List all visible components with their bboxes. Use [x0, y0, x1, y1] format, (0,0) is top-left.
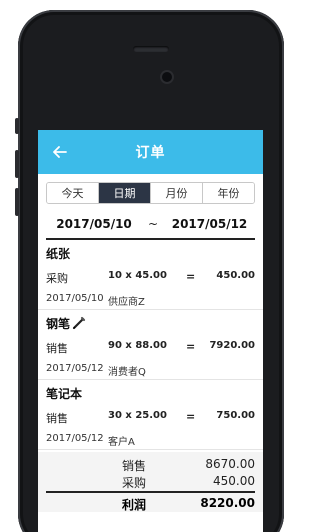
- profit-total-row: 利润 8220.00: [46, 491, 255, 512]
- order-quantity-price: 10 x 45.00: [108, 270, 167, 281]
- order-amount: 450.00: [216, 270, 255, 281]
- order-item[interactable]: 笔记本 销售 30 x 25.00 = 750.00 2017/05/12 客户…: [38, 380, 263, 450]
- earpiece-speaker: [133, 46, 169, 52]
- order-amount: 7920.00: [209, 340, 255, 351]
- period-segmented-control: 今天 日期 月份 年份: [46, 182, 255, 204]
- purchase-label: 采购: [122, 476, 147, 490]
- equals-sign: =: [186, 410, 196, 423]
- app-screen: 订单 今天 日期 月份 年份 2017/05/10 ~ 2017/05/12 纸…: [38, 130, 263, 532]
- order-type: 采购: [46, 272, 68, 285]
- order-line: 销售 90 x 88.00 = 7920.00: [38, 336, 263, 358]
- date-separator: ~: [147, 217, 159, 231]
- order-item[interactable]: 纸张 采购 10 x 45.00 = 450.00 2017/05/10 供应商…: [38, 240, 263, 310]
- order-date: 2017/05/12: [46, 363, 104, 374]
- sales-label: 销售: [122, 459, 147, 473]
- order-meta: 2017/05/12 消费者Q: [38, 358, 263, 380]
- date-range: 2017/05/10 ~ 2017/05/12: [46, 208, 255, 240]
- order-line: 采购 10 x 45.00 = 450.00: [38, 266, 263, 288]
- sales-value: 8670.00: [205, 457, 255, 471]
- back-button[interactable]: [48, 140, 72, 164]
- order-type: 销售: [46, 412, 68, 425]
- order-product-name: 纸张: [46, 246, 71, 261]
- mute-switch: [15, 118, 19, 134]
- order-quantity-price: 30 x 25.00: [108, 410, 167, 421]
- order-quantity-price: 90 x 88.00: [108, 340, 167, 351]
- order-product-name-row: 钢笔: [38, 310, 263, 336]
- volume-down-button: [15, 188, 19, 216]
- tab-year[interactable]: 年份: [203, 183, 254, 203]
- order-meta: 2017/05/12 客户A: [38, 428, 263, 450]
- order-item[interactable]: 钢笔 销售 90 x 88.00 = 7920.00 2017/05/12 消费…: [38, 310, 263, 380]
- front-camera: [162, 72, 172, 82]
- profit-label: 利润: [122, 498, 147, 512]
- order-party: 供应商Z: [108, 297, 145, 308]
- volume-up-button: [15, 150, 19, 178]
- purchase-total-row: 采购 450.00: [38, 473, 263, 490]
- arrow-left-icon: [53, 146, 67, 158]
- order-line: 销售 30 x 25.00 = 750.00: [38, 406, 263, 428]
- tab-today[interactable]: 今天: [47, 183, 99, 203]
- order-party: 消费者Q: [108, 367, 146, 378]
- order-type: 销售: [46, 342, 68, 355]
- order-meta: 2017/05/10 供应商Z: [38, 288, 263, 310]
- order-date: 2017/05/12: [46, 433, 104, 444]
- start-date-field[interactable]: 2017/05/10: [46, 211, 142, 237]
- pen-icon: [72, 316, 86, 330]
- sales-total-row: 销售 8670.00: [38, 456, 263, 473]
- order-date: 2017/05/10: [46, 293, 104, 304]
- order-party: 客户A: [108, 437, 135, 448]
- equals-sign: =: [186, 340, 196, 353]
- order-amount: 750.00: [216, 410, 255, 421]
- profit-value: 8220.00: [200, 496, 255, 510]
- page-title: 订单: [135, 145, 166, 161]
- tab-month[interactable]: 月份: [151, 183, 203, 203]
- tab-date[interactable]: 日期: [99, 183, 151, 203]
- equals-sign: =: [186, 270, 196, 283]
- end-date-field[interactable]: 2017/05/12: [164, 211, 255, 237]
- summary-panel: 销售 8670.00 采购 450.00 利润 8220.00: [38, 452, 263, 512]
- order-product-name: 笔记本: [46, 386, 83, 401]
- purchase-value: 450.00: [213, 474, 255, 488]
- order-product-name: 钢笔: [46, 316, 71, 331]
- navigation-bar: 订单: [38, 130, 263, 174]
